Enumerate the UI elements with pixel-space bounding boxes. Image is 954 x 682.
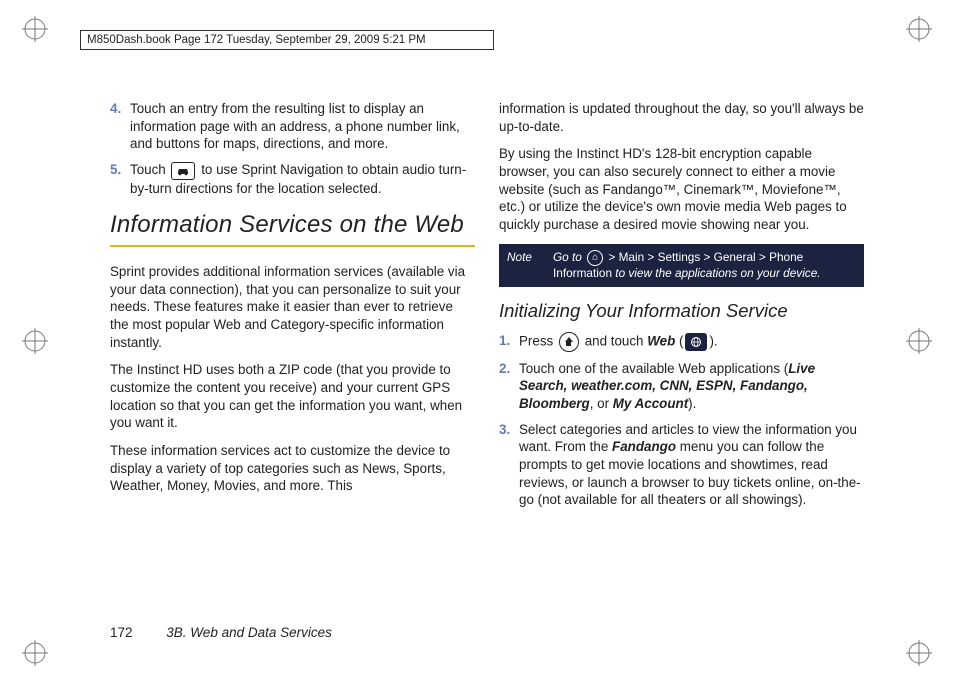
crop-mark-icon — [906, 328, 932, 354]
section-name: 3B. Web and Data Services — [166, 625, 332, 640]
divider — [110, 245, 475, 247]
step-5-body: Touch to use Sprint Navigation to obtain… — [130, 161, 475, 197]
step-number: 3. — [499, 421, 519, 509]
step-2-body: Touch one of the available Web applicati… — [519, 360, 864, 413]
crop-mark-icon — [22, 328, 48, 354]
subsection-title-initializing: Initializing Your Information Service — [499, 299, 864, 323]
crop-mark-icon — [22, 16, 48, 42]
page-footer: 172 3B. Web and Data Services — [110, 625, 332, 640]
page-header-text: M850Dash.book Page 172 Tuesday, Septembe… — [87, 34, 426, 46]
step-1-text-c: ( — [679, 333, 683, 348]
step-list-continued: 4. Touch an entry from the resulting lis… — [110, 100, 475, 197]
step-number: 2. — [499, 360, 519, 413]
step-1: 1. Press and touch Web (). — [499, 332, 864, 352]
my-account-label: My Account — [613, 396, 688, 411]
section-title-info-services: Information Services on the Web — [110, 209, 475, 241]
note-box: Note Go to > Main > Settings > General >… — [499, 244, 864, 287]
page-number: 172 — [110, 625, 133, 640]
paragraph: These information services act to custom… — [110, 442, 475, 495]
step-3-body: Select categories and articles to view t… — [519, 421, 864, 509]
paragraph: Sprint provides additional information s… — [110, 263, 475, 351]
note-text-b: to view the applications on your device. — [612, 266, 821, 280]
step-4-body: Touch an entry from the resulting list t… — [130, 100, 475, 153]
note-body: Go to > Main > Settings > General > Phon… — [553, 250, 856, 281]
step-2-text-c: ). — [688, 396, 696, 411]
fandango-label: Fandango — [612, 439, 676, 454]
step-1-text-a: Press — [519, 333, 557, 348]
step-2: 2. Touch one of the available Web applic… — [499, 360, 864, 413]
note-text-a: Go to — [553, 250, 585, 264]
crop-mark-icon — [22, 640, 48, 666]
home-icon — [587, 250, 603, 266]
crop-mark-icon — [906, 16, 932, 42]
step-3: 3. Select categories and articles to vie… — [499, 421, 864, 509]
step-1-body: Press and touch Web (). — [519, 332, 864, 352]
step-number: 1. — [499, 332, 519, 352]
note-label: Note — [507, 250, 553, 281]
page-header: M850Dash.book Page 172 Tuesday, Septembe… — [80, 30, 494, 50]
step-2-text-b: , or — [590, 396, 613, 411]
step-4: 4. Touch an entry from the resulting lis… — [110, 100, 475, 153]
paragraph: The Instinct HD uses both a ZIP code (th… — [110, 361, 475, 432]
left-column: 4. Touch an entry from the resulting lis… — [110, 100, 475, 612]
step-1-text-d: ). — [709, 333, 717, 348]
right-column: information is updated throughout the da… — [499, 100, 864, 612]
paragraph: By using the Instinct HD's 128-bit encry… — [499, 145, 864, 233]
web-label: Web — [647, 333, 675, 348]
step-1-text-b: and touch — [585, 333, 648, 348]
step-5: 5. Touch to use Sprint Navigation to obt… — [110, 161, 475, 197]
content-area: 4. Touch an entry from the resulting lis… — [110, 100, 864, 612]
car-icon — [171, 162, 195, 180]
home-icon — [559, 332, 579, 352]
crop-mark-icon — [906, 640, 932, 666]
web-globe-icon — [685, 333, 707, 351]
paragraph: information is updated throughout the da… — [499, 100, 864, 135]
step-5-text-a: Touch — [130, 162, 169, 177]
step-number: 5. — [110, 161, 130, 197]
step-2-text-a: Touch one of the available Web applicati… — [519, 361, 788, 376]
step-list-initializing: 1. Press and touch Web (). 2. Touch one … — [499, 332, 864, 510]
step-number: 4. — [110, 100, 130, 153]
